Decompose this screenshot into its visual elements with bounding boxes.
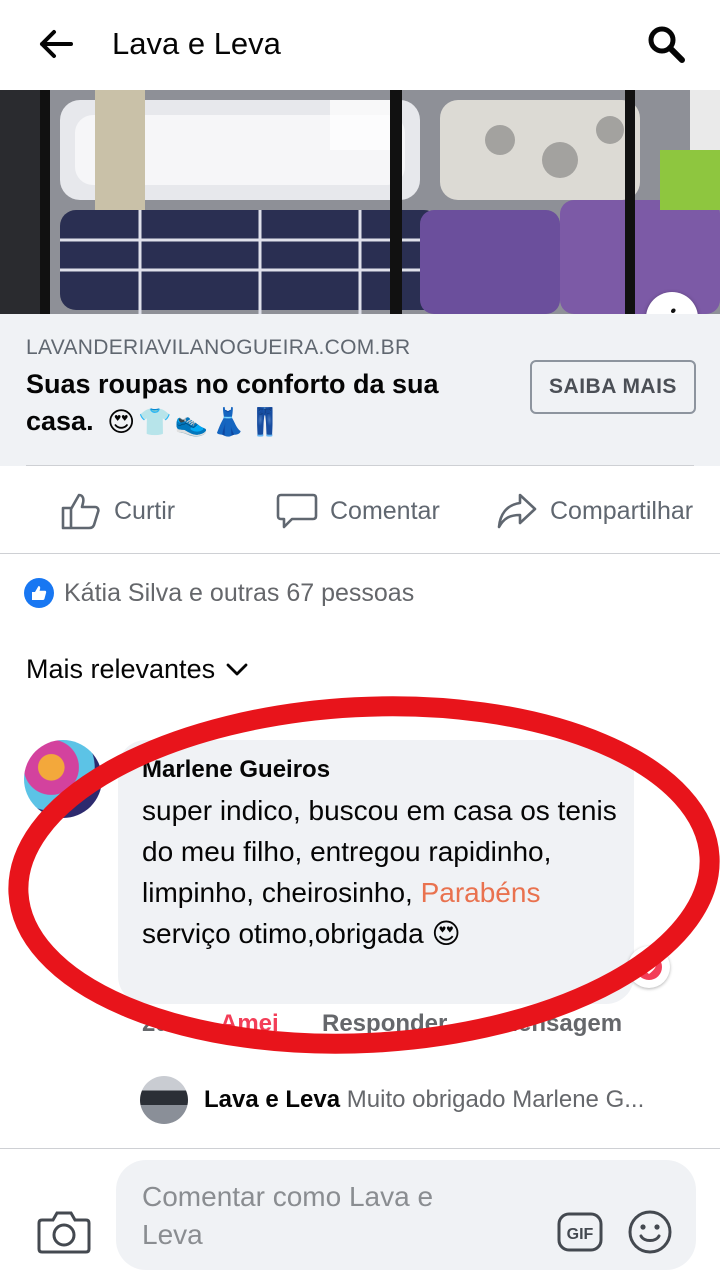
camera-icon[interactable] <box>36 1208 92 1256</box>
comment-love-button[interactable]: Amei <box>220 1010 279 1038</box>
dress-emoji-icon: 👗 <box>211 407 246 438</box>
comment-body: super indico, buscou em casa os tenis do… <box>142 795 617 908</box>
comment-reply-button[interactable]: Responder <box>322 1010 447 1038</box>
comment-highlight: Parabéns <box>420 877 541 908</box>
reactions-text: Kátia Silva e outras 67 pessoas <box>64 578 415 607</box>
link-headline: Suas roupas no conforto da sua casa. 😍 👕… <box>26 366 506 441</box>
reply-text: Muito obrigado Marlene G... <box>346 1086 645 1113</box>
heart-eyes-emoji-icon: 😍 <box>107 407 136 438</box>
divider <box>26 465 694 466</box>
comment-button[interactable]: Comentar <box>276 488 440 534</box>
thumbs-up-icon <box>61 493 100 530</box>
comment-body-end: serviço otimo,obrigada <box>142 918 432 949</box>
comment-message-button[interactable]: Mensagem <box>498 1010 622 1038</box>
like-reaction-icon <box>24 578 54 608</box>
share-arrow-icon <box>497 493 537 529</box>
reply-author: Lava e Leva <box>204 1086 341 1113</box>
like-label: Curtir <box>114 496 176 525</box>
sort-dropdown[interactable]: Mais relevantes <box>26 654 249 685</box>
back-arrow-icon[interactable] <box>34 22 78 66</box>
comment-input-placeholder[interactable]: Comentar como Lava e Leva <box>142 1178 482 1254</box>
like-button[interactable]: Curtir <box>60 488 175 534</box>
search-icon[interactable] <box>642 20 690 68</box>
divider <box>0 1148 720 1149</box>
gif-label: GIF <box>567 1226 594 1243</box>
share-label: Compartilhar <box>550 496 694 525</box>
reply-preview[interactable]: Lava e Leva Muito obrigado Marlene G... <box>204 1086 694 1114</box>
heart-reaction-icon[interactable] <box>628 946 670 988</box>
top-bar: Lava e Leva <box>0 0 720 88</box>
sneaker-emoji-icon: 👟 <box>174 407 209 438</box>
tshirt-emoji-icon: 👕 <box>138 407 172 438</box>
divider <box>0 553 720 554</box>
reactions-summary[interactable]: Kátia Silva e outras 67 pessoas <box>24 578 414 608</box>
gif-icon[interactable]: GIF <box>556 1208 604 1256</box>
page-avatar[interactable] <box>140 1076 188 1124</box>
learn-more-button[interactable]: SAIBA MAIS <box>530 360 696 414</box>
comment-time: 2d <box>142 1010 171 1037</box>
ad-image[interactable] <box>0 90 720 314</box>
chevron-down-icon <box>226 663 248 675</box>
heart-eyes-emoji-icon: 😍 <box>431 918 461 949</box>
link-domain: LAVANDERIAVILANOGUEIRA.COM.BR <box>26 336 411 359</box>
page-title: Lava e Leva <box>112 26 281 61</box>
comment-bubble-icon <box>276 493 318 529</box>
jeans-emoji-icon: 👖 <box>248 407 282 438</box>
comment-text: super indico, buscou em casa os tenis do… <box>142 790 622 954</box>
commenter-avatar[interactable] <box>24 740 102 818</box>
comment-label: Comentar <box>330 496 440 525</box>
comment-author[interactable]: Marlene Gueiros <box>142 756 330 784</box>
sort-label: Mais relevantes <box>26 654 216 684</box>
emoji-picker-icon[interactable] <box>626 1208 674 1256</box>
headline-emoji-row: 😍 👕 👟 👗 👖 <box>107 404 282 441</box>
share-button[interactable]: Compartilhar <box>496 488 693 534</box>
